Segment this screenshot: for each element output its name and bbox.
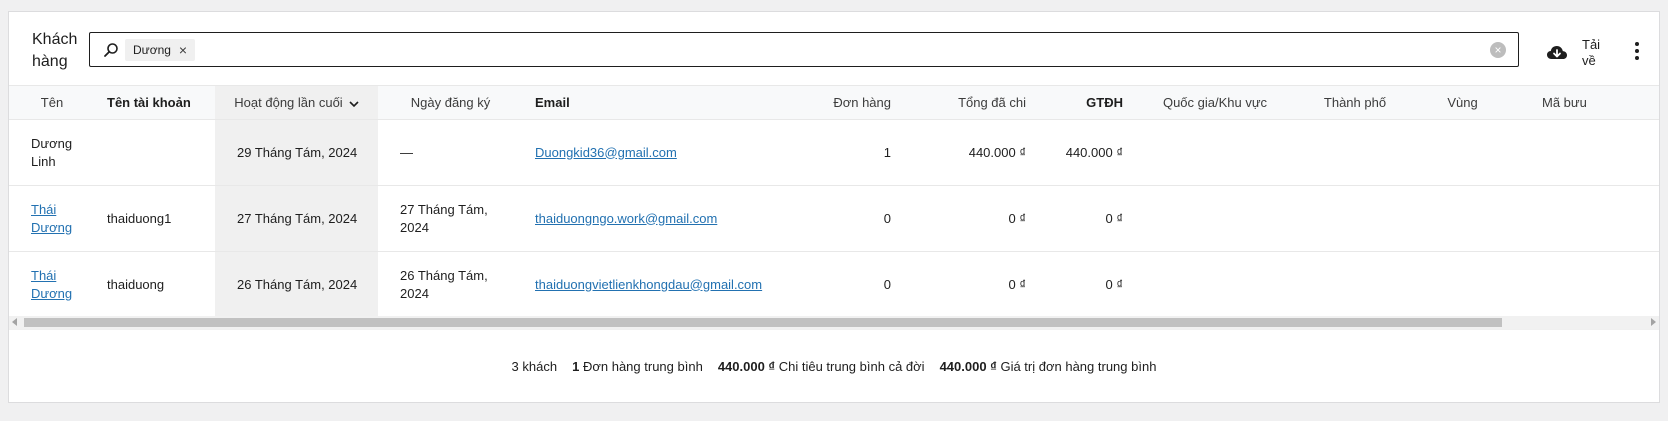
cell-orders: 0 — [773, 185, 903, 252]
chip-remove-icon[interactable]: × — [179, 43, 187, 57]
cell-postcode — [1510, 185, 1659, 252]
cell-registered: 27 Tháng Tám, 2024 — [378, 185, 523, 252]
cell-last-active: 29 Tháng Tám, 2024 — [215, 119, 378, 186]
cell-region — [1415, 185, 1510, 252]
table-row: Thái Dương thaiduong1 27 Tháng Tám, 2024… — [9, 185, 1659, 252]
column-header-region[interactable]: Vùng — [1415, 85, 1510, 120]
scroll-right-arrow-icon[interactable] — [1651, 318, 1656, 326]
cell-total-spend: 0 ₫ — [903, 185, 1038, 252]
cell-total-spend: 440.000 ₫ — [903, 119, 1038, 186]
search-icon — [104, 43, 118, 57]
cell-email: thaiduongngo.work@gmail.com — [523, 185, 773, 252]
column-header-postcode[interactable]: Mã bưu — [1510, 85, 1659, 120]
horizontal-scrollbar[interactable] — [9, 316, 1659, 329]
cell-username — [95, 119, 215, 186]
clear-icon: × — [1494, 43, 1502, 57]
cell-name: Dương Linh — [9, 119, 95, 186]
registered-date: 27 Tháng Tám, 2024 — [400, 201, 488, 235]
cell-country — [1135, 119, 1295, 186]
summary-customers-count: 3 — [511, 359, 519, 374]
summary-avg-lifetime: 440.000 ₫ Chi tiêu trung bình cả đời — [718, 359, 925, 374]
cell-aov: 440.000 ₫ — [1038, 119, 1135, 186]
cell-name: Thái Dương — [9, 185, 95, 252]
cell-region — [1415, 251, 1510, 318]
column-header-city[interactable]: Thành phố — [1295, 85, 1415, 120]
search-filter-chip: Dương × — [125, 39, 196, 61]
summary-avg-lifetime-value: 440.000 ₫ — [717, 359, 776, 374]
summary-avg-order-value-label: Giá trị đơn hàng trung bình — [1000, 359, 1157, 374]
email-link[interactable]: Duongkid36@gmail.com — [535, 145, 677, 160]
customer-name-link[interactable]: Thái Dương — [31, 267, 75, 303]
column-header-username[interactable]: Tên tài khoản — [95, 85, 215, 120]
cell-orders: 1 — [773, 119, 903, 186]
cell-postcode — [1510, 119, 1659, 186]
cell-email: thaiduongvietlienkhongdau@gmail.com — [523, 251, 773, 318]
summary-avg-order-value: 440.000 ₫ Giá trị đơn hàng trung bình — [940, 359, 1157, 374]
summary-avg-orders-value: 1 — [572, 359, 580, 374]
column-header-country[interactable]: Quốc gia/Khu vực — [1135, 85, 1295, 120]
table-header-row: Tên Tên tài khoản Hoạt động lần cuối Ngà… — [9, 85, 1659, 120]
cell-total-spend: 0 ₫ — [903, 251, 1038, 318]
cell-registered: — — [378, 119, 523, 186]
cell-name: Thái Dương — [9, 251, 95, 318]
chevron-down-icon — [349, 100, 359, 107]
email-link[interactable]: thaiduongvietlienkhongdau@gmail.com — [535, 277, 762, 292]
cell-aov: 0 ₫ — [1038, 251, 1135, 318]
page-title: Khách hàng — [32, 31, 78, 70]
summary-avg-orders-label: Đơn hàng trung bình — [582, 359, 703, 374]
summary-customers-label: khách — [522, 359, 558, 374]
customers-panel: Khách hàng Dương × × Tải về Tên Tên tài … — [8, 11, 1660, 403]
cell-city — [1295, 185, 1415, 252]
cell-region — [1415, 119, 1510, 186]
cell-country — [1135, 185, 1295, 252]
column-header-registered[interactable]: Ngày đăng ký — [378, 85, 523, 120]
cell-email: Duongkid36@gmail.com — [523, 119, 773, 186]
column-header-total-spend[interactable]: Tổng đã chi — [903, 85, 1038, 120]
download-button[interactable]: Tải về — [1546, 37, 1608, 69]
registered-date: 26 Tháng Tám, 2024 — [400, 267, 488, 301]
table-row: Thái Dương thaiduong 26 Tháng Tám, 2024 … — [9, 251, 1659, 318]
column-header-email[interactable]: Email — [523, 85, 773, 120]
summary-avg-lifetime-label: Chi tiêu trung bình cả đời — [778, 359, 925, 374]
cloud-download-icon — [1547, 46, 1567, 59]
email-link[interactable]: thaiduongngo.work@gmail.com — [535, 211, 717, 226]
cell-username: thaiduong1 — [95, 185, 215, 252]
cell-last-active: 27 Tháng Tám, 2024 — [215, 185, 378, 252]
cell-orders: 0 — [773, 251, 903, 318]
cell-city — [1295, 119, 1415, 186]
cell-aov: 0 ₫ — [1038, 185, 1135, 252]
summary-avg-order-value-value: 440.000 ₫ — [939, 359, 997, 374]
customers-table-wrapper: Tên Tên tài khoản Hoạt động lần cuối Ngà… — [9, 85, 1659, 328]
cell-city — [1295, 251, 1415, 318]
cell-postcode — [1510, 251, 1659, 318]
column-header-orders[interactable]: Đơn hàng — [773, 85, 903, 120]
summary-avg-orders: 1 Đơn hàng trung bình — [572, 359, 703, 374]
column-header-last-active[interactable]: Hoạt động lần cuối — [215, 85, 378, 120]
cell-last-active: 26 Tháng Tám, 2024 — [215, 251, 378, 318]
more-vertical-icon[interactable] — [1634, 41, 1640, 61]
scroll-left-arrow-icon[interactable] — [12, 318, 17, 326]
summary-bar: 3 khách 1 Đơn hàng trung bình 440.000 ₫ … — [9, 329, 1659, 402]
cell-country — [1135, 251, 1295, 318]
customers-table: Tên Tên tài khoản Hoạt động lần cuối Ngà… — [9, 85, 1659, 318]
table-row: Dương Linh 29 Tháng Tám, 2024 — Duongkid… — [9, 119, 1659, 186]
cell-registered: 26 Tháng Tám, 2024 — [378, 251, 523, 318]
column-header-aov[interactable]: GTĐH — [1038, 85, 1135, 120]
cell-username: thaiduong — [95, 251, 215, 318]
customer-name: Dương Linh — [31, 135, 73, 169]
download-label: Tải về — [1582, 37, 1601, 68]
last-active-label: Hoạt động lần cuối — [234, 95, 343, 110]
column-header-name[interactable]: Tên — [9, 85, 95, 120]
scrollbar-thumb[interactable] — [24, 318, 1502, 327]
search-chip-label: Dương — [133, 43, 171, 57]
customer-name-link[interactable]: Thái Dương — [31, 201, 75, 237]
summary-customers: 3 khách — [512, 359, 558, 374]
search-input[interactable]: Dương × × — [89, 32, 1519, 67]
clear-search-button[interactable]: × — [1490, 42, 1506, 58]
